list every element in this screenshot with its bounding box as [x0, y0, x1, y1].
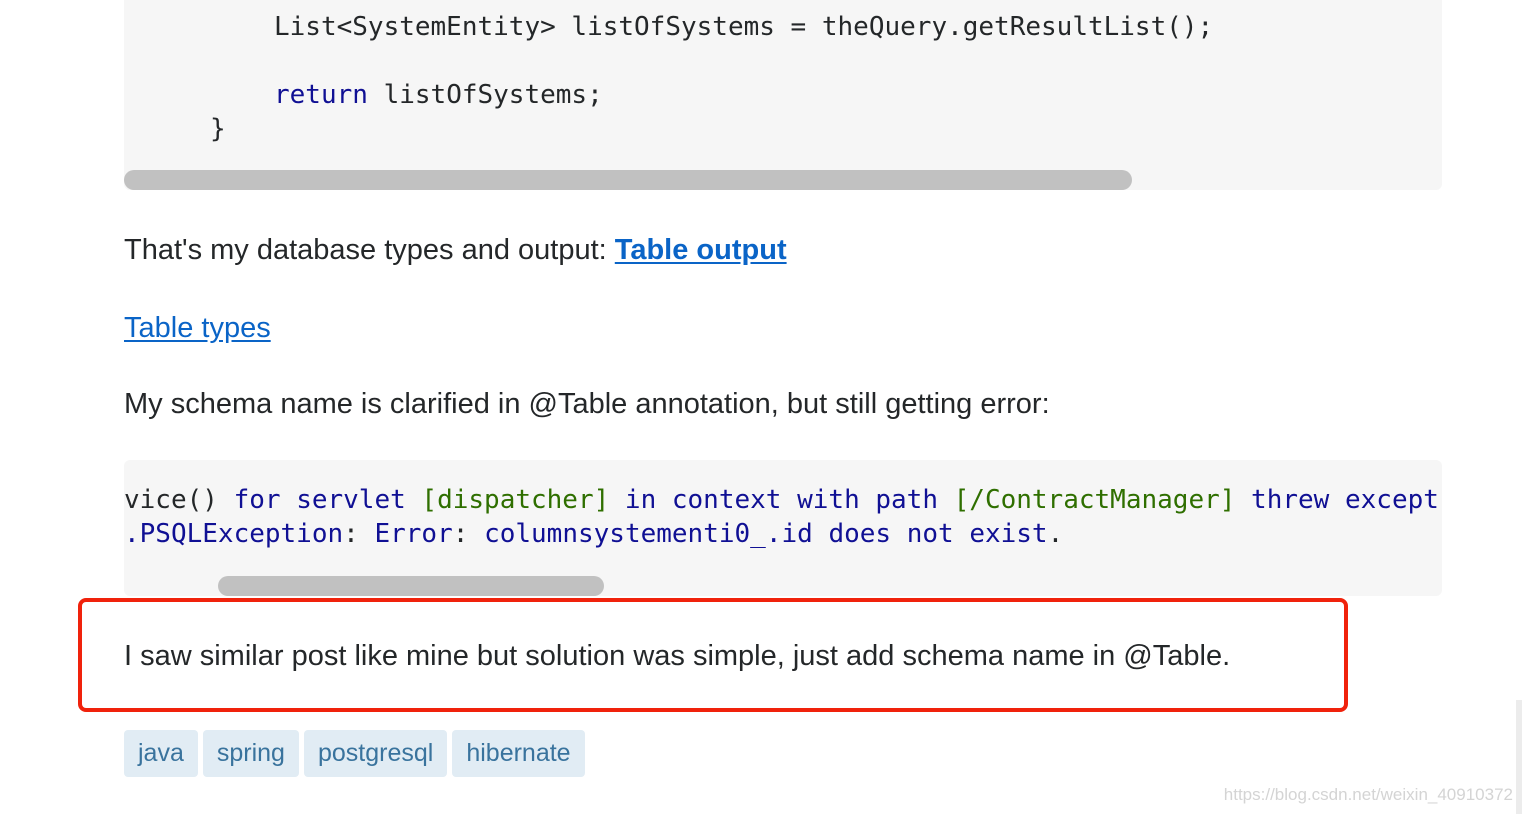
paragraph-table-types: Table types: [124, 310, 271, 346]
paragraph-text: That's my database types and output:: [124, 234, 615, 266]
tag-spring[interactable]: spring: [202, 730, 299, 777]
error-token: threw except: [1235, 485, 1439, 515]
error-token: :: [343, 519, 375, 549]
error-token: for servlet: [217, 485, 422, 515]
table-output-link[interactable]: Table output: [615, 234, 787, 266]
error-token: [/ContractManager]: [953, 485, 1236, 515]
error-token: .: [1047, 519, 1064, 549]
error-token: Error: [374, 519, 453, 549]
paragraph-similar-post: I saw similar post like mine but solutio…: [124, 640, 1231, 672]
error-token: columnsystementi0_: [484, 519, 766, 549]
error-token: vice(): [124, 485, 218, 515]
tag-java[interactable]: java: [124, 730, 198, 777]
error-token: in context with path: [609, 485, 954, 515]
error-token: .PSQLException: [124, 519, 344, 549]
tag-hibernate[interactable]: hibernate: [452, 730, 585, 777]
paragraph-schema-error: My schema name is clarified in @Table an…: [124, 388, 1050, 420]
error-block-scrollbar[interactable]: [218, 576, 604, 596]
error-token: .id does not exist: [765, 519, 1048, 549]
page-scrollbar-track: [1516, 700, 1522, 814]
code-line-closing-brace: }: [210, 114, 226, 144]
return-value: listOfSystems;: [367, 80, 603, 110]
error-token: :: [452, 519, 485, 549]
error-token: [dispatcher]: [421, 485, 610, 515]
code-line-return: return listOfSystems;: [274, 78, 603, 112]
code-block-query: List<SystemEntity> listOfSystems = theQu…: [124, 0, 1442, 190]
error-line-1: vice() for servlet [dispatcher] in conte…: [124, 483, 1439, 517]
paragraph-database-types: That's my database types and output: Tab…: [124, 232, 787, 268]
table-types-link[interactable]: Table types: [124, 312, 271, 344]
tag-postgresql[interactable]: postgresql: [303, 730, 448, 777]
code-block-error: vice() for servlet [dispatcher] in conte…: [124, 460, 1442, 596]
error-line-2: .PSQLException: Error: columnsystementi0…: [124, 517, 1063, 551]
code-line-get-result: List<SystemEntity> listOfSystems = theQu…: [274, 12, 1214, 42]
watermark-url: https://blog.csdn.net/weixin_40910372: [1223, 785, 1513, 804]
return-keyword: return: [274, 80, 368, 110]
post-tags: java spring postgresql hibernate: [124, 730, 585, 777]
code-block-scrollbar[interactable]: [124, 170, 1132, 190]
